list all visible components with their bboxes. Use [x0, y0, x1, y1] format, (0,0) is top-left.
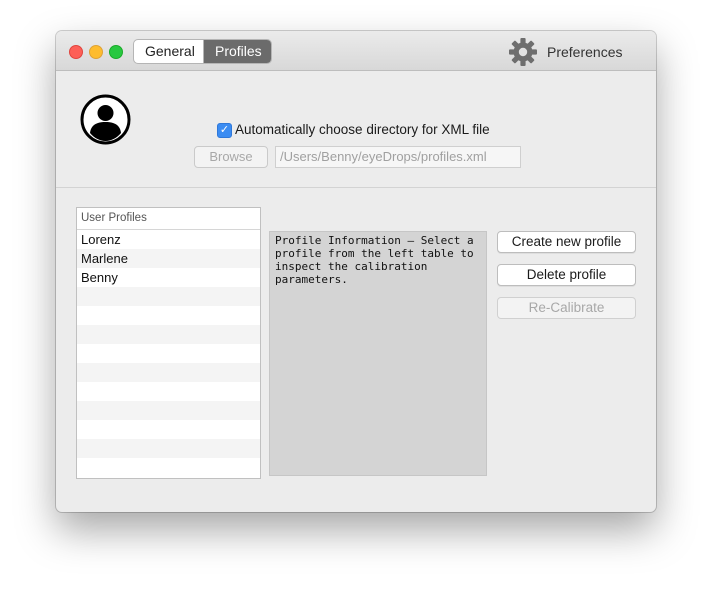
empty-table-row	[77, 382, 260, 401]
table-row[interactable]: Marlene	[77, 249, 260, 268]
create-profile-button[interactable]: Create new profile	[497, 231, 636, 253]
tab-general[interactable]: General	[134, 40, 204, 63]
zoom-window-button[interactable]	[109, 45, 123, 59]
titlebar: General Profiles Preferences	[56, 31, 656, 71]
preferences-window: General Profiles Preferences ✓ Automatic…	[56, 31, 656, 512]
table-row[interactable]: Lorenz	[77, 230, 260, 249]
empty-table-row	[77, 325, 260, 344]
auto-directory-checkbox[interactable]: ✓	[217, 123, 232, 138]
close-window-button[interactable]	[69, 45, 83, 59]
preferences-title: Preferences	[547, 44, 623, 60]
empty-table-row	[77, 363, 260, 382]
table-row[interactable]: Benny	[77, 268, 260, 287]
xml-path-field[interactable]: /Users/Benny/eyeDrops/profiles.xml	[275, 146, 521, 168]
empty-table-row	[77, 439, 260, 458]
profile-info-text: Profile Information – Select a profile f…	[269, 231, 487, 476]
empty-table-row	[77, 401, 260, 420]
empty-table-row	[77, 420, 260, 439]
minimize-window-button[interactable]	[89, 45, 103, 59]
auto-directory-label[interactable]: Automatically choose directory for XML f…	[235, 122, 490, 137]
table-header[interactable]: User Profiles	[77, 208, 260, 230]
user-profiles-table: User Profiles Lorenz Marlene Benny	[76, 207, 261, 479]
empty-table-row	[77, 344, 260, 363]
recalibrate-button[interactable]: Re-Calibrate	[497, 297, 636, 319]
empty-table-row	[77, 287, 260, 306]
tab-profiles[interactable]: Profiles	[204, 40, 271, 63]
user-avatar-icon	[80, 94, 131, 145]
gear-icon	[509, 38, 537, 66]
empty-table-row	[77, 458, 260, 477]
empty-table-row	[77, 306, 260, 325]
browse-button[interactable]: Browse	[194, 146, 268, 168]
section-divider	[56, 187, 656, 188]
delete-profile-button[interactable]: Delete profile	[497, 264, 636, 286]
tab-control: General Profiles	[133, 39, 272, 64]
